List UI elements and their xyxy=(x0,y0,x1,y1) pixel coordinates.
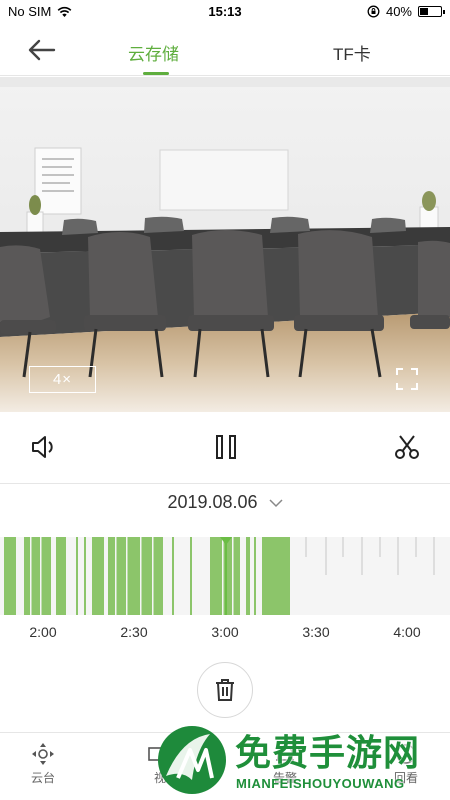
timeline-labels: 2:00 2:30 3:00 3:30 4:00 xyxy=(0,624,450,644)
tab-cloud-storage[interactable]: 云存储 xyxy=(128,40,179,65)
active-tab-indicator xyxy=(143,72,169,75)
top-nav: 云存储 TF卡 xyxy=(0,24,450,76)
battery-percent: 40% xyxy=(385,4,412,19)
date-selector[interactable]: 2019.08.06 xyxy=(0,492,450,522)
delete-button[interactable] xyxy=(197,662,253,718)
recording-segment xyxy=(76,537,78,615)
segment-gap xyxy=(232,537,234,615)
segment-gap xyxy=(152,537,154,615)
watermark-title: 免费手游网 xyxy=(235,733,421,774)
tick-label: 3:30 xyxy=(302,624,330,640)
recording-segment xyxy=(4,537,16,615)
recording-segment xyxy=(246,537,250,615)
recording-segment xyxy=(92,537,104,615)
recording-segment xyxy=(24,537,51,615)
recording-segment xyxy=(254,537,256,615)
status-bar: No SIM 15:13 40% xyxy=(0,0,450,24)
segment-gap xyxy=(40,537,42,615)
chevron-down-icon xyxy=(269,499,283,507)
tick-label: 2:30 xyxy=(120,624,148,640)
segment-gap xyxy=(222,537,224,615)
trash-icon xyxy=(216,679,234,701)
site-watermark: 免费手游网 MIANFEISHOUYOUWANG xyxy=(150,718,450,800)
selected-date: 2019.08.06 xyxy=(167,492,258,512)
video-player[interactable] xyxy=(0,77,450,412)
watermark-subtitle: MIANFEISHOUYOUWANG xyxy=(236,776,405,791)
orientation-lock-icon xyxy=(367,5,380,18)
bottom-nav-ptz-label: 云台 xyxy=(30,771,55,785)
recording-timeline[interactable] xyxy=(0,537,450,615)
timeline-bars xyxy=(4,537,435,615)
segment-gap xyxy=(126,537,128,615)
recording-segment xyxy=(172,537,174,615)
playback-controls xyxy=(0,412,450,484)
pause-icon[interactable] xyxy=(211,432,241,462)
tick-label: 2:00 xyxy=(29,624,57,640)
segment-gap xyxy=(30,537,32,615)
watermark-logo xyxy=(158,726,226,794)
recording-segment xyxy=(262,537,290,615)
recording-segment xyxy=(84,537,86,615)
bottom-nav-ptz[interactable]: 云台 xyxy=(3,739,83,786)
back-arrow-icon[interactable] xyxy=(26,36,58,64)
tab-tf-card[interactable]: TF卡 xyxy=(333,40,371,65)
segment-gap xyxy=(70,537,72,615)
ptz-icon xyxy=(32,743,54,765)
recording-segment xyxy=(56,537,66,615)
fullscreen-icon[interactable] xyxy=(395,367,419,391)
scissors-icon[interactable] xyxy=(392,432,422,462)
battery-icon xyxy=(418,6,445,17)
zoom-level-button[interactable]: 4× xyxy=(29,366,96,393)
speaker-icon[interactable] xyxy=(29,432,59,462)
segment-gap xyxy=(115,537,117,615)
segment-gap xyxy=(140,537,142,615)
recording-segment xyxy=(190,537,192,615)
tick-label: 3:00 xyxy=(211,624,239,640)
tick-label: 4:00 xyxy=(393,624,421,640)
